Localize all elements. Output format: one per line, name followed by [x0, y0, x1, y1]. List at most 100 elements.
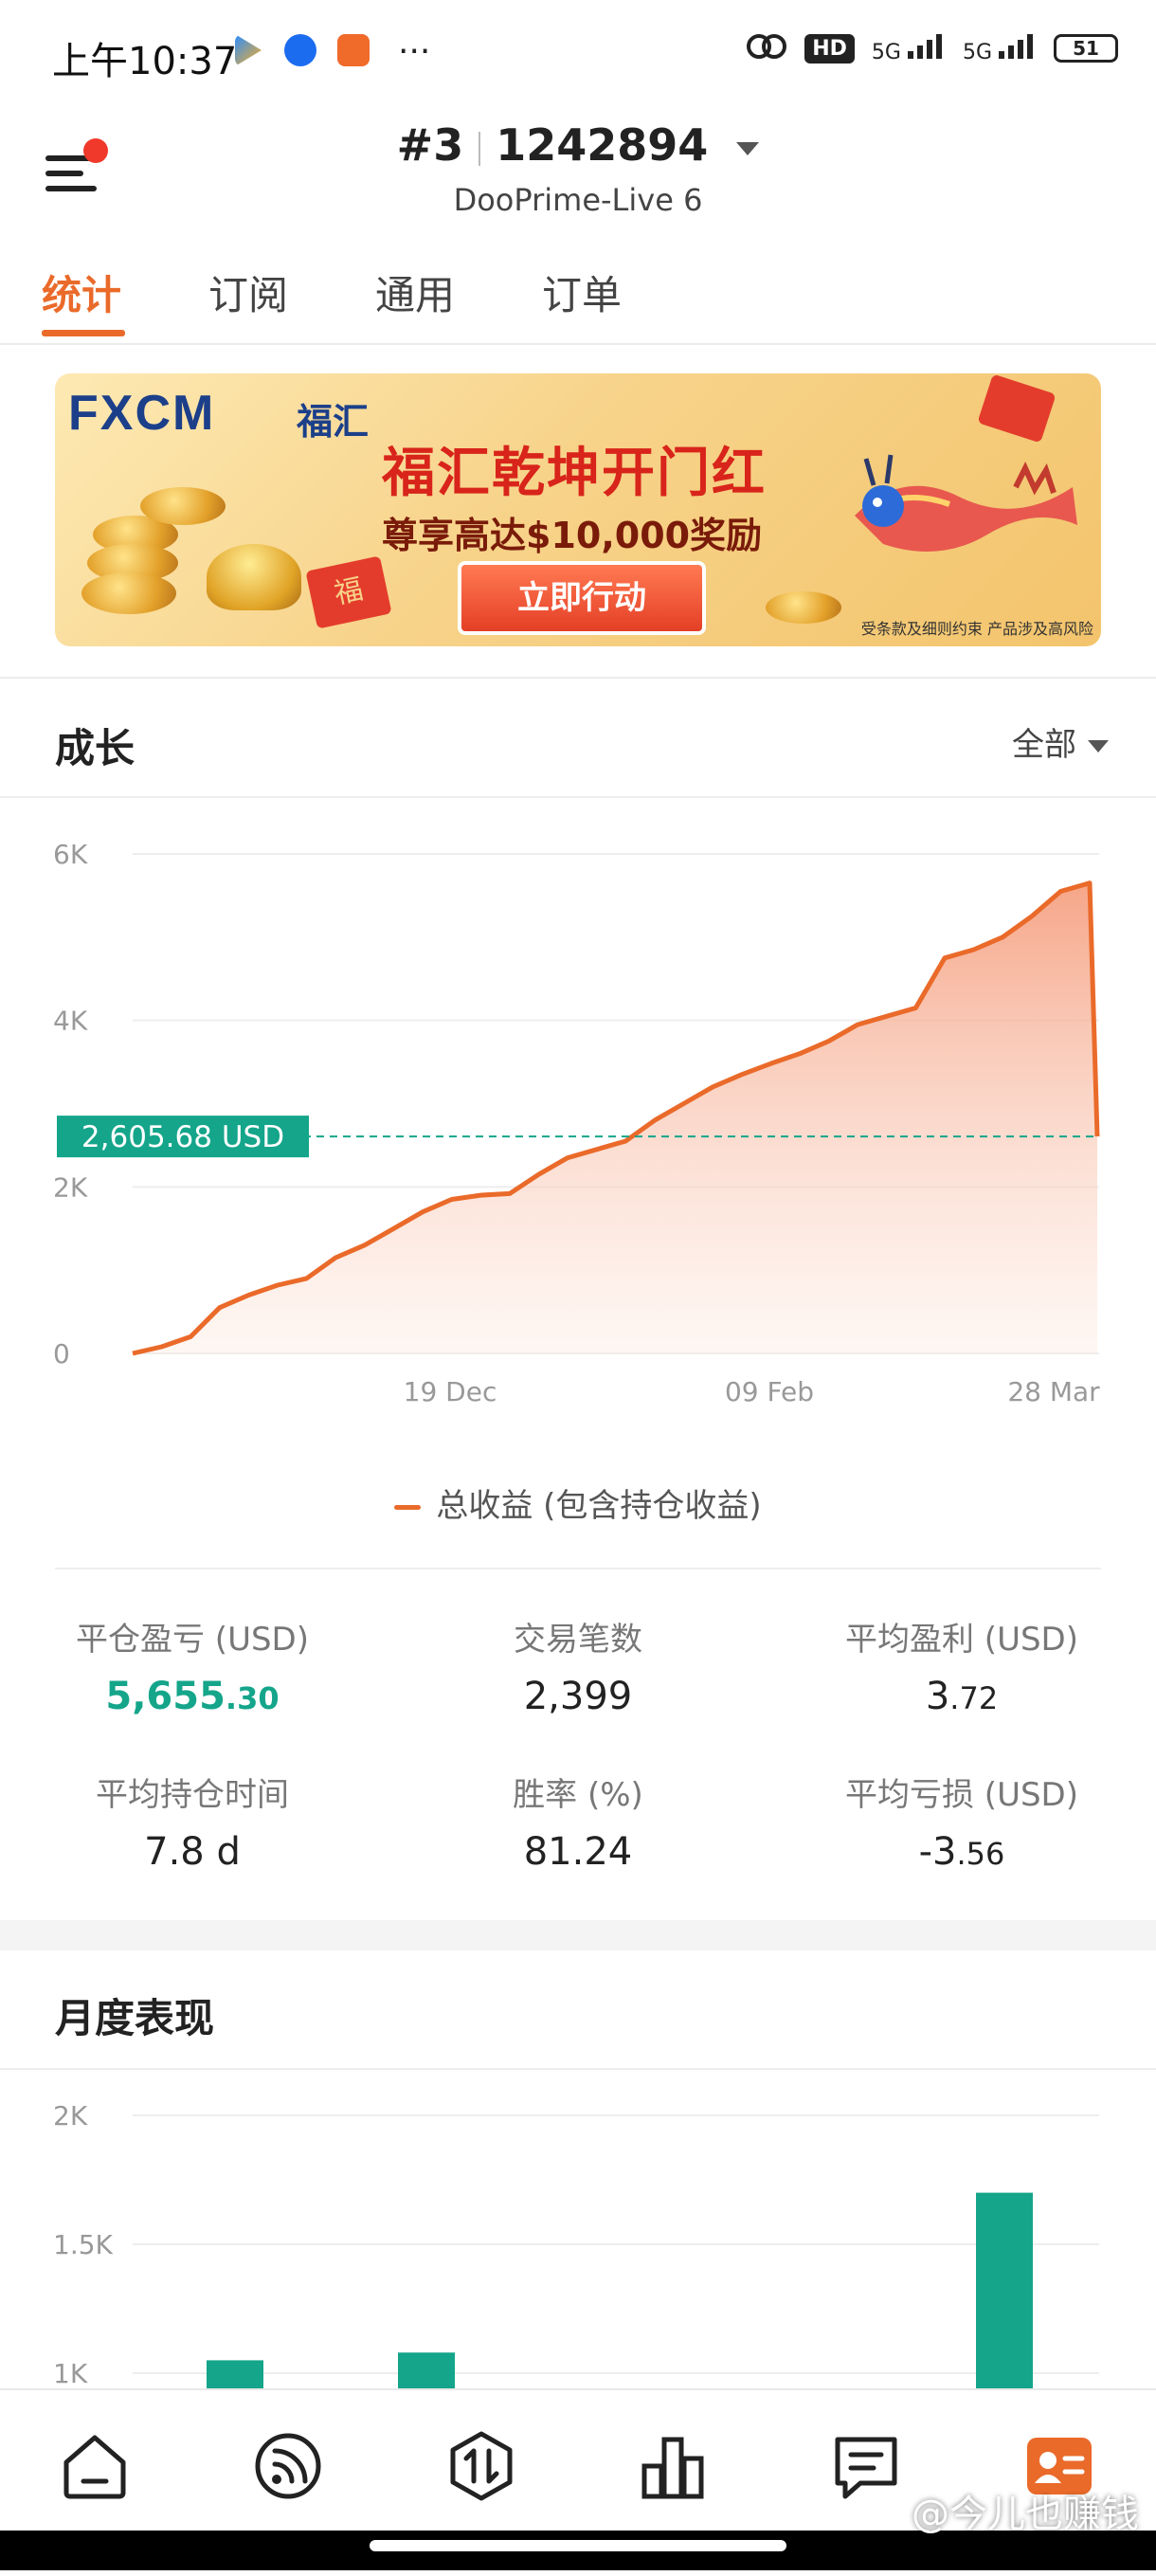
- x-tick-label: 09 Feb: [725, 1376, 814, 1407]
- divider: [0, 796, 1156, 798]
- tab-general[interactable]: 通用: [375, 263, 455, 321]
- stat-value: 81.24: [388, 1830, 768, 1874]
- y-tick-label: 0: [53, 1338, 70, 1370]
- stat-label: 平均亏损 (USD): [845, 1776, 1078, 1814]
- tab-subscribe[interactable]: 订阅: [208, 263, 288, 321]
- more-notifications-icon: ···: [398, 32, 431, 71]
- messages-icon[interactable]: [830, 2430, 902, 2502]
- growth-range-label: 全部: [1012, 726, 1076, 764]
- stat-value: -3.56: [772, 1830, 1151, 1874]
- stat-label: 交易笔数: [514, 1621, 642, 1659]
- y-tick-label: 2K: [53, 2100, 88, 2132]
- y-tick-label: 1.5K: [53, 2229, 114, 2260]
- chart-legend: 总收益 (包含持仓收益): [0, 1479, 1156, 1526]
- link-icon: [746, 32, 787, 64]
- stat-value-dec: .30: [225, 1680, 280, 1716]
- app-notification-icon: [235, 34, 262, 66]
- banner-cta-button[interactable]: 立即行动: [458, 561, 706, 635]
- trade-icon[interactable]: [445, 2430, 517, 2502]
- signals-feed-icon[interactable]: [252, 2430, 324, 2502]
- stat-win-rate: 胜率 (%) 81.24: [388, 1769, 768, 1874]
- tab-orders[interactable]: 订单: [542, 263, 622, 321]
- stat-value: 2,399: [388, 1675, 768, 1718]
- tab-stats[interactable]: 统计: [42, 263, 121, 321]
- stat-value-dec: .72: [949, 1680, 999, 1716]
- red-packet-char: 福: [331, 572, 367, 611]
- monthly-bar[interactable]: [207, 2360, 263, 2392]
- stat-value-int: -3: [918, 1830, 957, 1874]
- y-tick-label: 4K: [53, 1006, 88, 1037]
- stat-avg-profit: 平均盈利 (USD) 3.72: [772, 1613, 1151, 1718]
- watermark: @今儿也赚钱: [912, 2493, 1139, 2536]
- account-index: #3: [396, 119, 464, 171]
- caret-down-icon: [1088, 740, 1109, 753]
- divider: [55, 1568, 1101, 1569]
- growth-chart[interactable]: 0 2K 4K 6K 19 Dec 09 Feb 28 Mar 2,605.68 USD: [0, 802, 1156, 1465]
- current-value-label: 2,605.68 USD: [81, 1120, 284, 1154]
- stat-value: 5,655.30: [3, 1675, 382, 1718]
- monthly-title: 月度表现: [55, 1995, 215, 2041]
- account-number: 1242894: [496, 119, 709, 171]
- tab-bar: 统计 订阅 通用 订单: [0, 237, 1156, 345]
- y-tick-label: 2K: [53, 1171, 88, 1203]
- account-server: DooPrime-Live 6: [453, 182, 703, 218]
- hd-badge: HD: [804, 33, 855, 63]
- y-tick-label: 1K: [53, 2358, 88, 2389]
- stat-label: 平均持仓时间: [96, 1776, 289, 1814]
- active-tab-indicator: [42, 330, 125, 336]
- y-tick-label: 6K: [53, 839, 88, 870]
- growth-panel: 成长 全部 0 2K 4K 6K 19 Dec 09 Feb 28 Mar 2,605.68…: [0, 677, 1156, 1920]
- account-selector[interactable]: #3 1242894: [0, 119, 1156, 171]
- shopping-notification-icon: [337, 34, 370, 66]
- promo-banner[interactable]: FXCM 福汇 福汇乾坤开门红 尊享高达$10,000奖励 立即行动 受条款及细…: [55, 373, 1101, 646]
- dragon-illustration: [855, 454, 1077, 552]
- app-header: #3 1242894 DooPrime-Live 6: [0, 104, 1156, 237]
- banner-headline: 福汇乾坤开门红: [382, 443, 767, 504]
- monthly-bar[interactable]: [976, 2192, 1033, 2392]
- signal-icon-1: 5G: [872, 32, 946, 64]
- growth-title: 成长: [55, 725, 135, 771]
- x-tick-label: 19 Dec: [404, 1376, 497, 1407]
- legend-label: 总收益 (包含持仓收益): [436, 1487, 762, 1525]
- banner-disclaimer: 受条款及细则约束 产品涉及高风险: [860, 620, 1093, 638]
- chevron-down-icon: [736, 141, 760, 155]
- stat-value-int: 81.24: [523, 1830, 633, 1874]
- stat-avg-hold-time: 平均持仓时间 7.8 d: [3, 1769, 382, 1874]
- home-indicator[interactable]: [370, 2540, 786, 2551]
- stat-trade-count: 交易笔数 2,399: [388, 1613, 768, 1718]
- stat-label: 平仓盈亏 (USD): [76, 1621, 309, 1659]
- stat-label: 平均盈利 (USD): [845, 1621, 1078, 1659]
- gold-coin-icon: [81, 572, 176, 614]
- chat-notification-icon: [284, 34, 316, 66]
- gold-ingot-icon: [207, 544, 301, 610]
- growth-range-filter[interactable]: 全部: [1012, 718, 1109, 765]
- stat-closed-pnl: 平仓盈亏 (USD) 5,655.30: [3, 1613, 382, 1718]
- signal-2-label: 5G: [962, 41, 992, 64]
- status-bar: 上午10:37 ··· HD 5G 5G 51: [0, 0, 1156, 104]
- gold-coin-icon: [766, 591, 841, 624]
- menu-icon-line: [45, 171, 83, 176]
- gold-coin-icon: [140, 487, 226, 525]
- battery-icon: 51: [1054, 34, 1118, 63]
- stat-value: 7.8 d: [3, 1830, 382, 1874]
- stat-label: 胜率 (%): [513, 1776, 643, 1814]
- signal-1-label: 5G: [871, 41, 901, 64]
- fxcm-logo: FXCM: [68, 386, 216, 441]
- stat-avg-loss: 平均亏损 (USD) -3.56: [772, 1769, 1151, 1874]
- stat-value-int: 3: [925, 1675, 950, 1718]
- stat-value: 3.72: [772, 1675, 1151, 1718]
- home-icon[interactable]: [59, 2430, 131, 2502]
- fxcm-logo-cn: 福汇: [297, 401, 370, 443]
- monthly-bar[interactable]: [398, 2352, 455, 2392]
- monthly-chart[interactable]: 1K 1.5K 2K: [0, 2070, 1156, 2392]
- stat-value-int: 2,399: [523, 1675, 633, 1718]
- signal-icon-2: 5G: [963, 32, 1037, 64]
- banner-section: FXCM 福汇 福汇乾坤开门红 尊享高达$10,000奖励 立即行动 受条款及细…: [0, 345, 1156, 677]
- red-packet-icon: 福: [305, 555, 392, 629]
- title-separator: [479, 131, 481, 166]
- banner-subline: 尊享高达$10,000奖励: [382, 515, 763, 556]
- legend-swatch: [394, 1505, 422, 1510]
- charts-icon[interactable]: [637, 2430, 709, 2502]
- stat-value-int: 7.8 d: [144, 1830, 241, 1874]
- status-time: 上午10:37: [52, 40, 238, 83]
